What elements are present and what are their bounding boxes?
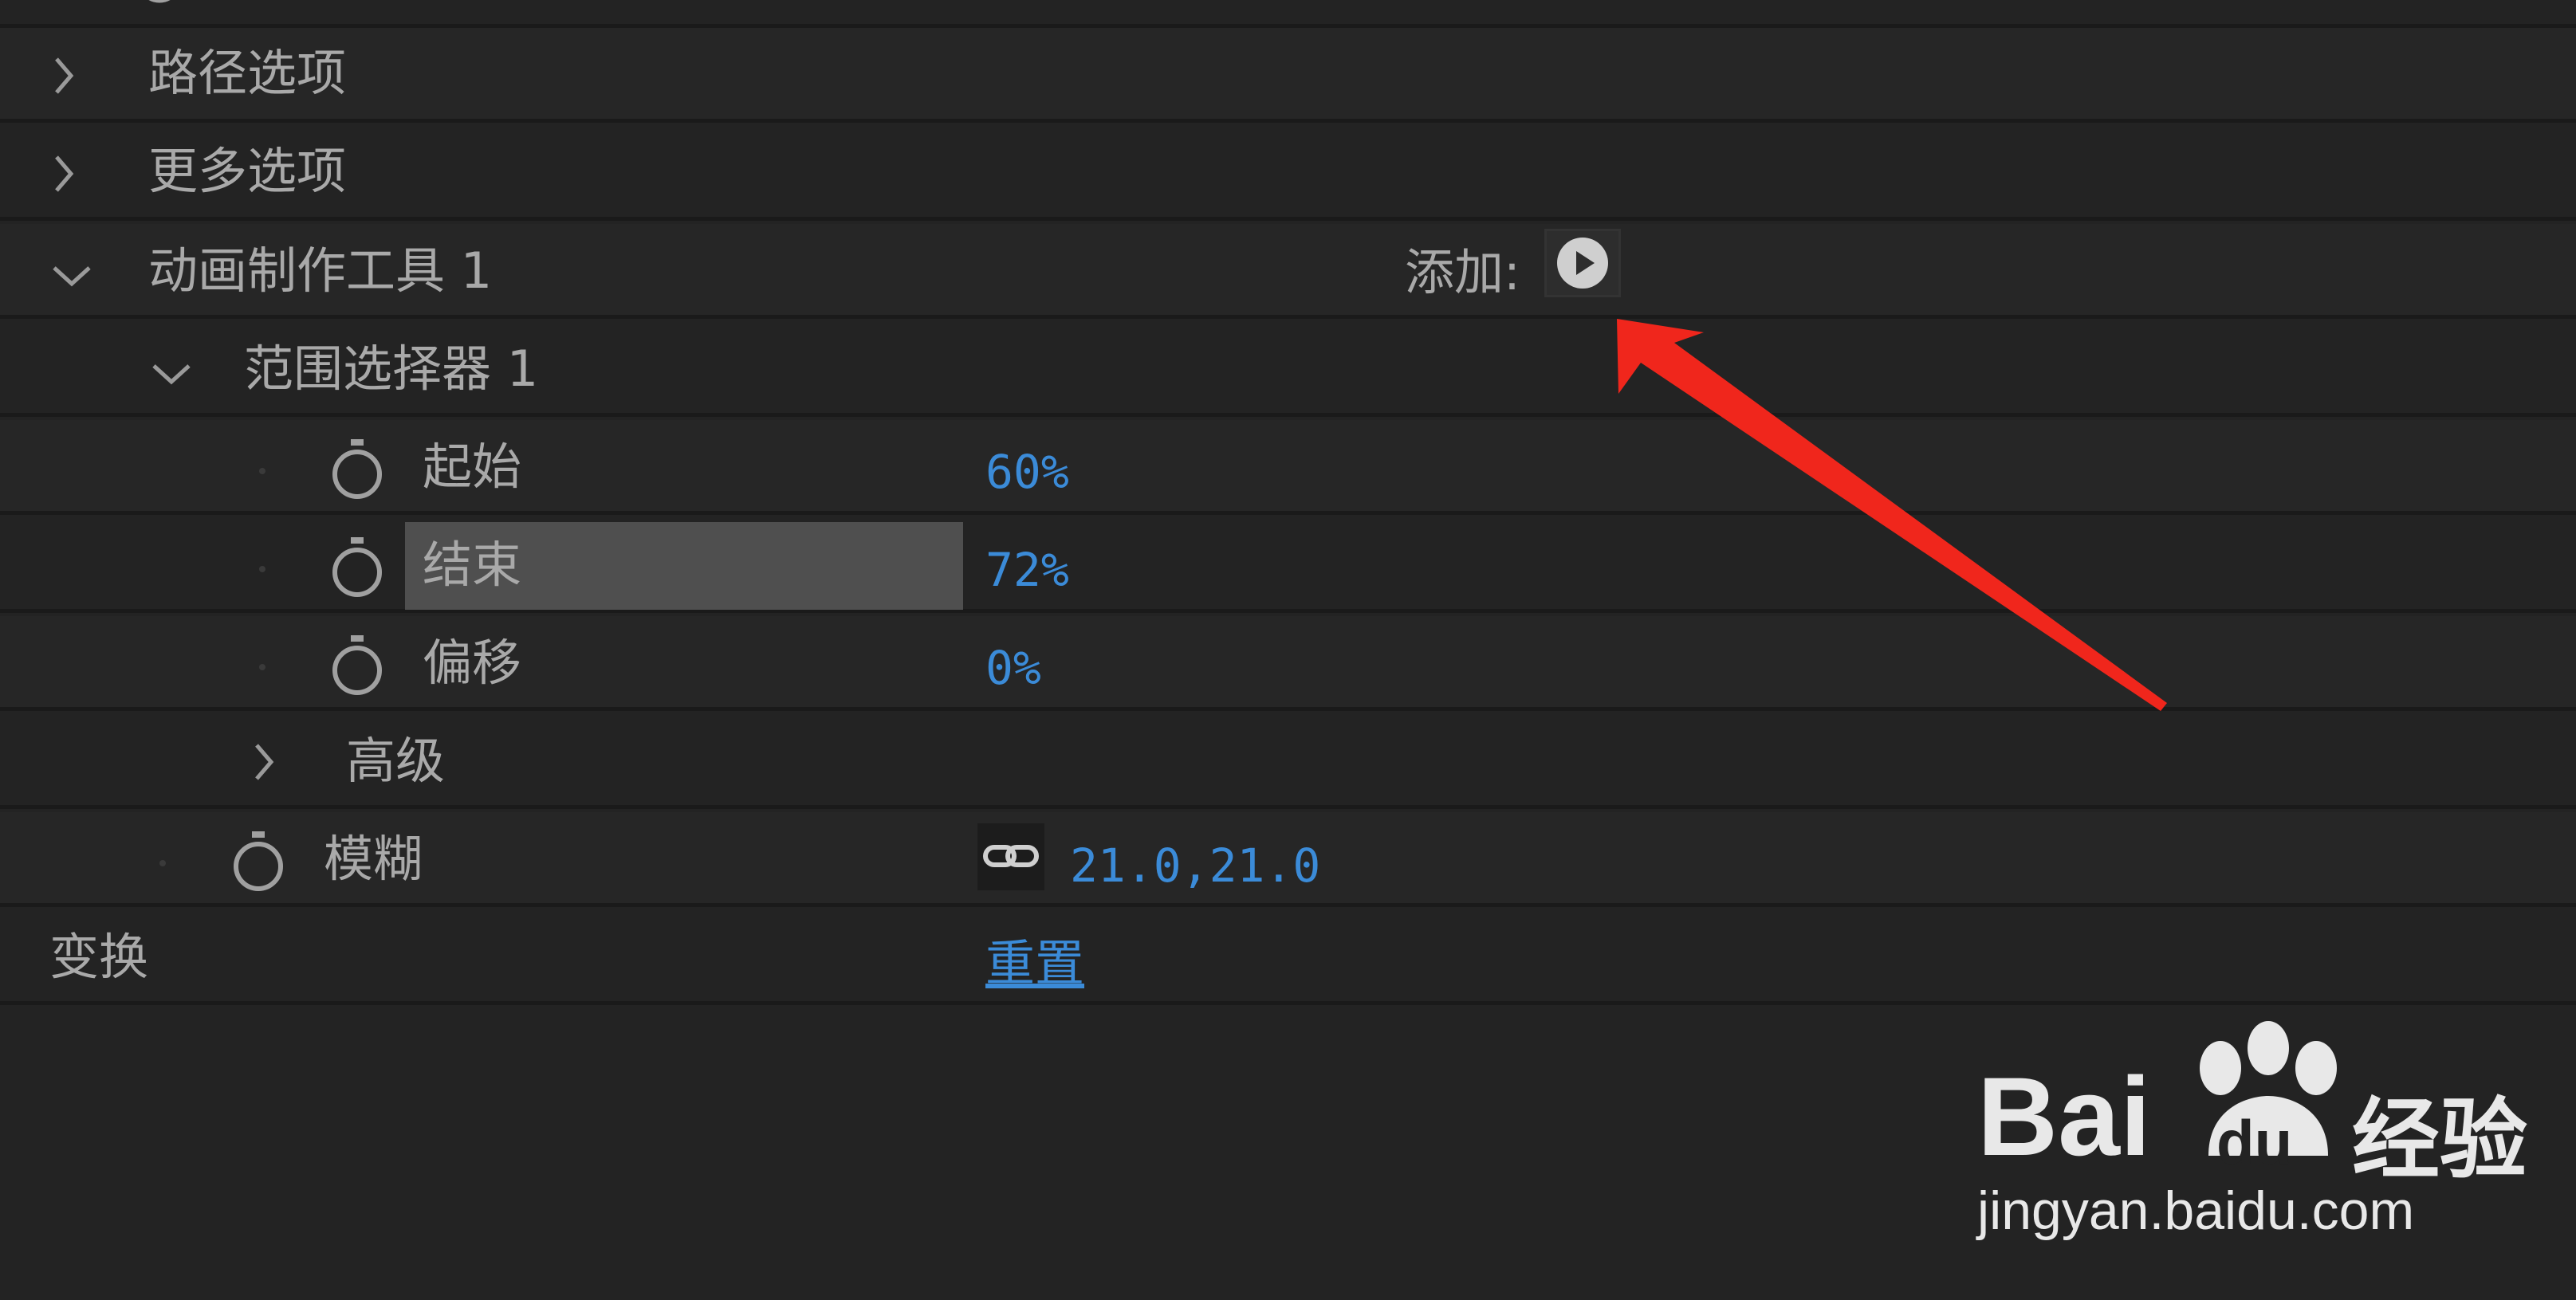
baidu-watermark: Bai du 经验 jingyan.baidu.com (1977, 1020, 2551, 1259)
watermark-brand2: du (2216, 1107, 2293, 1177)
watermark-url: jingyan.baidu.com (1977, 1180, 2415, 1241)
watermark-brand: Bai (1977, 1054, 2151, 1179)
watermark-suffix: 经验 (2352, 1089, 2527, 1191)
